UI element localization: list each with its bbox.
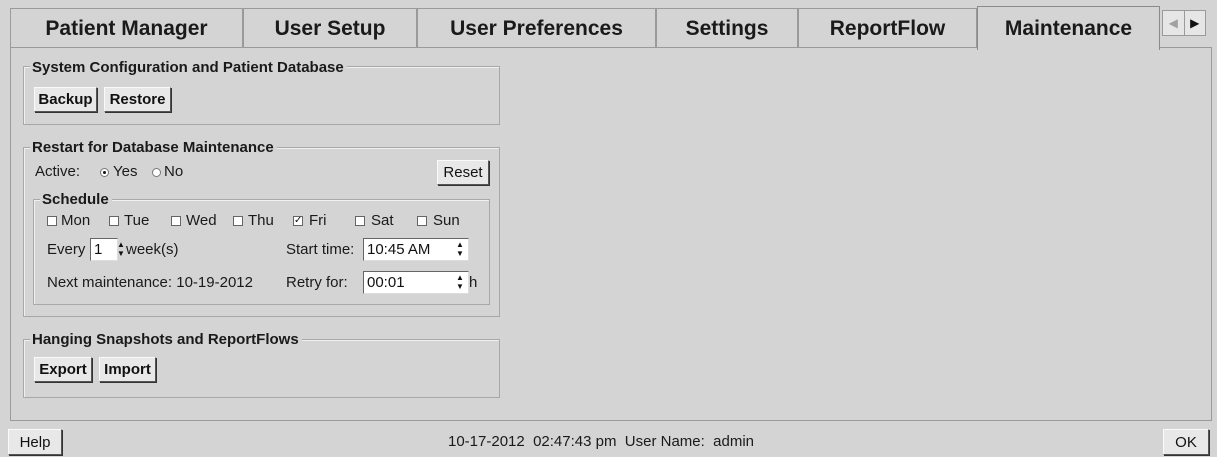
schedule-title: Schedule — [40, 191, 112, 208]
active-no-label[interactable]: No — [164, 163, 183, 180]
retry-spin-icon[interactable]: ▲ ▼ — [453, 273, 467, 292]
tue-checkbox[interactable] — [109, 216, 119, 226]
tab-label: Settings — [685, 16, 769, 40]
hanging-snapshots-title: Hanging Snapshots and ReportFlows — [30, 331, 302, 348]
retry-label: Retry for: — [286, 274, 348, 291]
fri-checkbox[interactable]: ✓ — [293, 216, 303, 226]
retry-unit-label: h — [469, 274, 478, 291]
tab-user-preferences[interactable]: User Preferences — [417, 8, 656, 48]
every-spin-icon[interactable]: ▲ ▼ — [117, 240, 125, 259]
tab-user-setup[interactable]: User Setup — [243, 8, 417, 48]
tab-reportflow[interactable]: ReportFlow — [798, 8, 977, 48]
tab-settings[interactable]: Settings — [656, 8, 798, 48]
tab-label: User Setup — [274, 16, 386, 40]
radio-no-icon[interactable] — [152, 168, 161, 177]
wed-checkbox[interactable] — [171, 216, 181, 226]
sun-checkbox[interactable] — [417, 216, 427, 226]
tab-bar: Patient Manager User Setup User Preferen… — [10, 6, 1212, 50]
status-text: 10-17-2012 02:47:43 pm User Name: admin — [448, 433, 754, 450]
mon-label: Mon — [61, 212, 91, 229]
thu-label: Thu — [248, 212, 274, 229]
sun-label: Sun — [433, 212, 460, 229]
sat-label: Sat — [371, 212, 394, 229]
every-input[interactable]: 1 — [90, 238, 118, 261]
scroll-right-icon[interactable]: ▶ — [1185, 11, 1206, 35]
help-button[interactable]: Help — [8, 429, 62, 455]
export-button[interactable]: Export — [34, 357, 92, 382]
every-label: Every — [47, 241, 86, 258]
tab-label: ReportFlow — [829, 16, 946, 40]
system-config-title: System Configuration and Patient Databas… — [30, 59, 347, 76]
tab-label: User Preferences — [450, 16, 623, 40]
sat-checkbox[interactable] — [355, 216, 365, 226]
active-label: Active: — [35, 163, 81, 180]
tab-label: Patient Manager — [45, 16, 208, 40]
tab-scroll-buttons: ◀ ▶ — [1162, 10, 1206, 36]
scroll-left-icon[interactable]: ◀ — [1163, 11, 1185, 35]
radio-yes-icon[interactable] — [100, 168, 109, 177]
wed-label: Wed — [186, 212, 217, 229]
fri-label: Fri — [309, 212, 327, 229]
mon-checkbox[interactable] — [47, 216, 57, 226]
backup-button[interactable]: Backup — [34, 87, 97, 112]
active-yes-label[interactable]: Yes — [113, 163, 137, 180]
thu-checkbox[interactable] — [233, 216, 243, 226]
reset-button[interactable]: Reset — [437, 160, 489, 185]
tab-maintenance[interactable]: Maintenance — [977, 6, 1160, 50]
ok-button[interactable]: OK — [1163, 429, 1209, 455]
start-time-spin-icon[interactable]: ▲ ▼ — [453, 240, 467, 259]
start-time-label: Start time: — [286, 241, 355, 258]
tab-patient-manager[interactable]: Patient Manager — [10, 8, 243, 48]
restart-maintenance-title: Restart for Database Maintenance — [30, 139, 277, 156]
status-bar: Help 10-17-2012 02:47:43 pm User Name: a… — [0, 425, 1217, 457]
every-unit-label: week(s) — [126, 241, 179, 258]
import-button[interactable]: Import — [99, 357, 156, 382]
tab-label: Maintenance — [1004, 16, 1133, 40]
next-maintenance-label: Next maintenance: 10-19-2012 — [47, 274, 253, 291]
tue-label: Tue — [124, 212, 150, 229]
restore-button[interactable]: Restore — [104, 87, 171, 112]
